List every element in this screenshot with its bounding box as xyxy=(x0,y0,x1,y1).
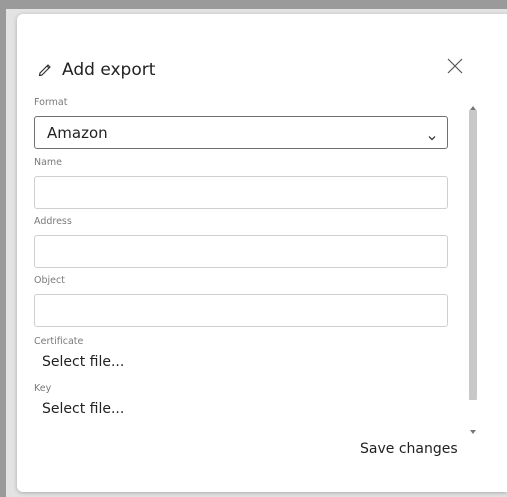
backdrop xyxy=(0,0,507,9)
format-select[interactable]: Amazon xyxy=(34,116,448,149)
pencil-icon xyxy=(36,61,54,79)
chevron-down-icon xyxy=(427,128,437,141)
certificate-file-button[interactable]: Select file... xyxy=(42,354,124,370)
name-label: Name xyxy=(34,157,63,168)
save-changes-button[interactable]: Save changes xyxy=(360,441,458,457)
dialog-title: Add export xyxy=(62,60,156,80)
backdrop-edge xyxy=(0,9,6,497)
scrollbar-thumb[interactable] xyxy=(469,110,477,400)
format-label: Format xyxy=(34,97,68,108)
key-label: Key xyxy=(34,383,52,394)
scroll-up-icon[interactable] xyxy=(470,96,476,110)
format-select-value: Amazon xyxy=(47,123,108,142)
scroll-down-icon[interactable] xyxy=(470,420,476,434)
object-input[interactable] xyxy=(34,294,448,327)
close-icon[interactable] xyxy=(446,57,464,75)
name-input[interactable] xyxy=(34,176,448,209)
address-input[interactable] xyxy=(34,235,448,268)
object-label: Object xyxy=(34,275,65,286)
dialog-header: Add export xyxy=(36,57,155,83)
address-label: Address xyxy=(34,216,72,227)
key-file-button[interactable]: Select file... xyxy=(42,401,124,417)
certificate-label: Certificate xyxy=(34,336,84,347)
